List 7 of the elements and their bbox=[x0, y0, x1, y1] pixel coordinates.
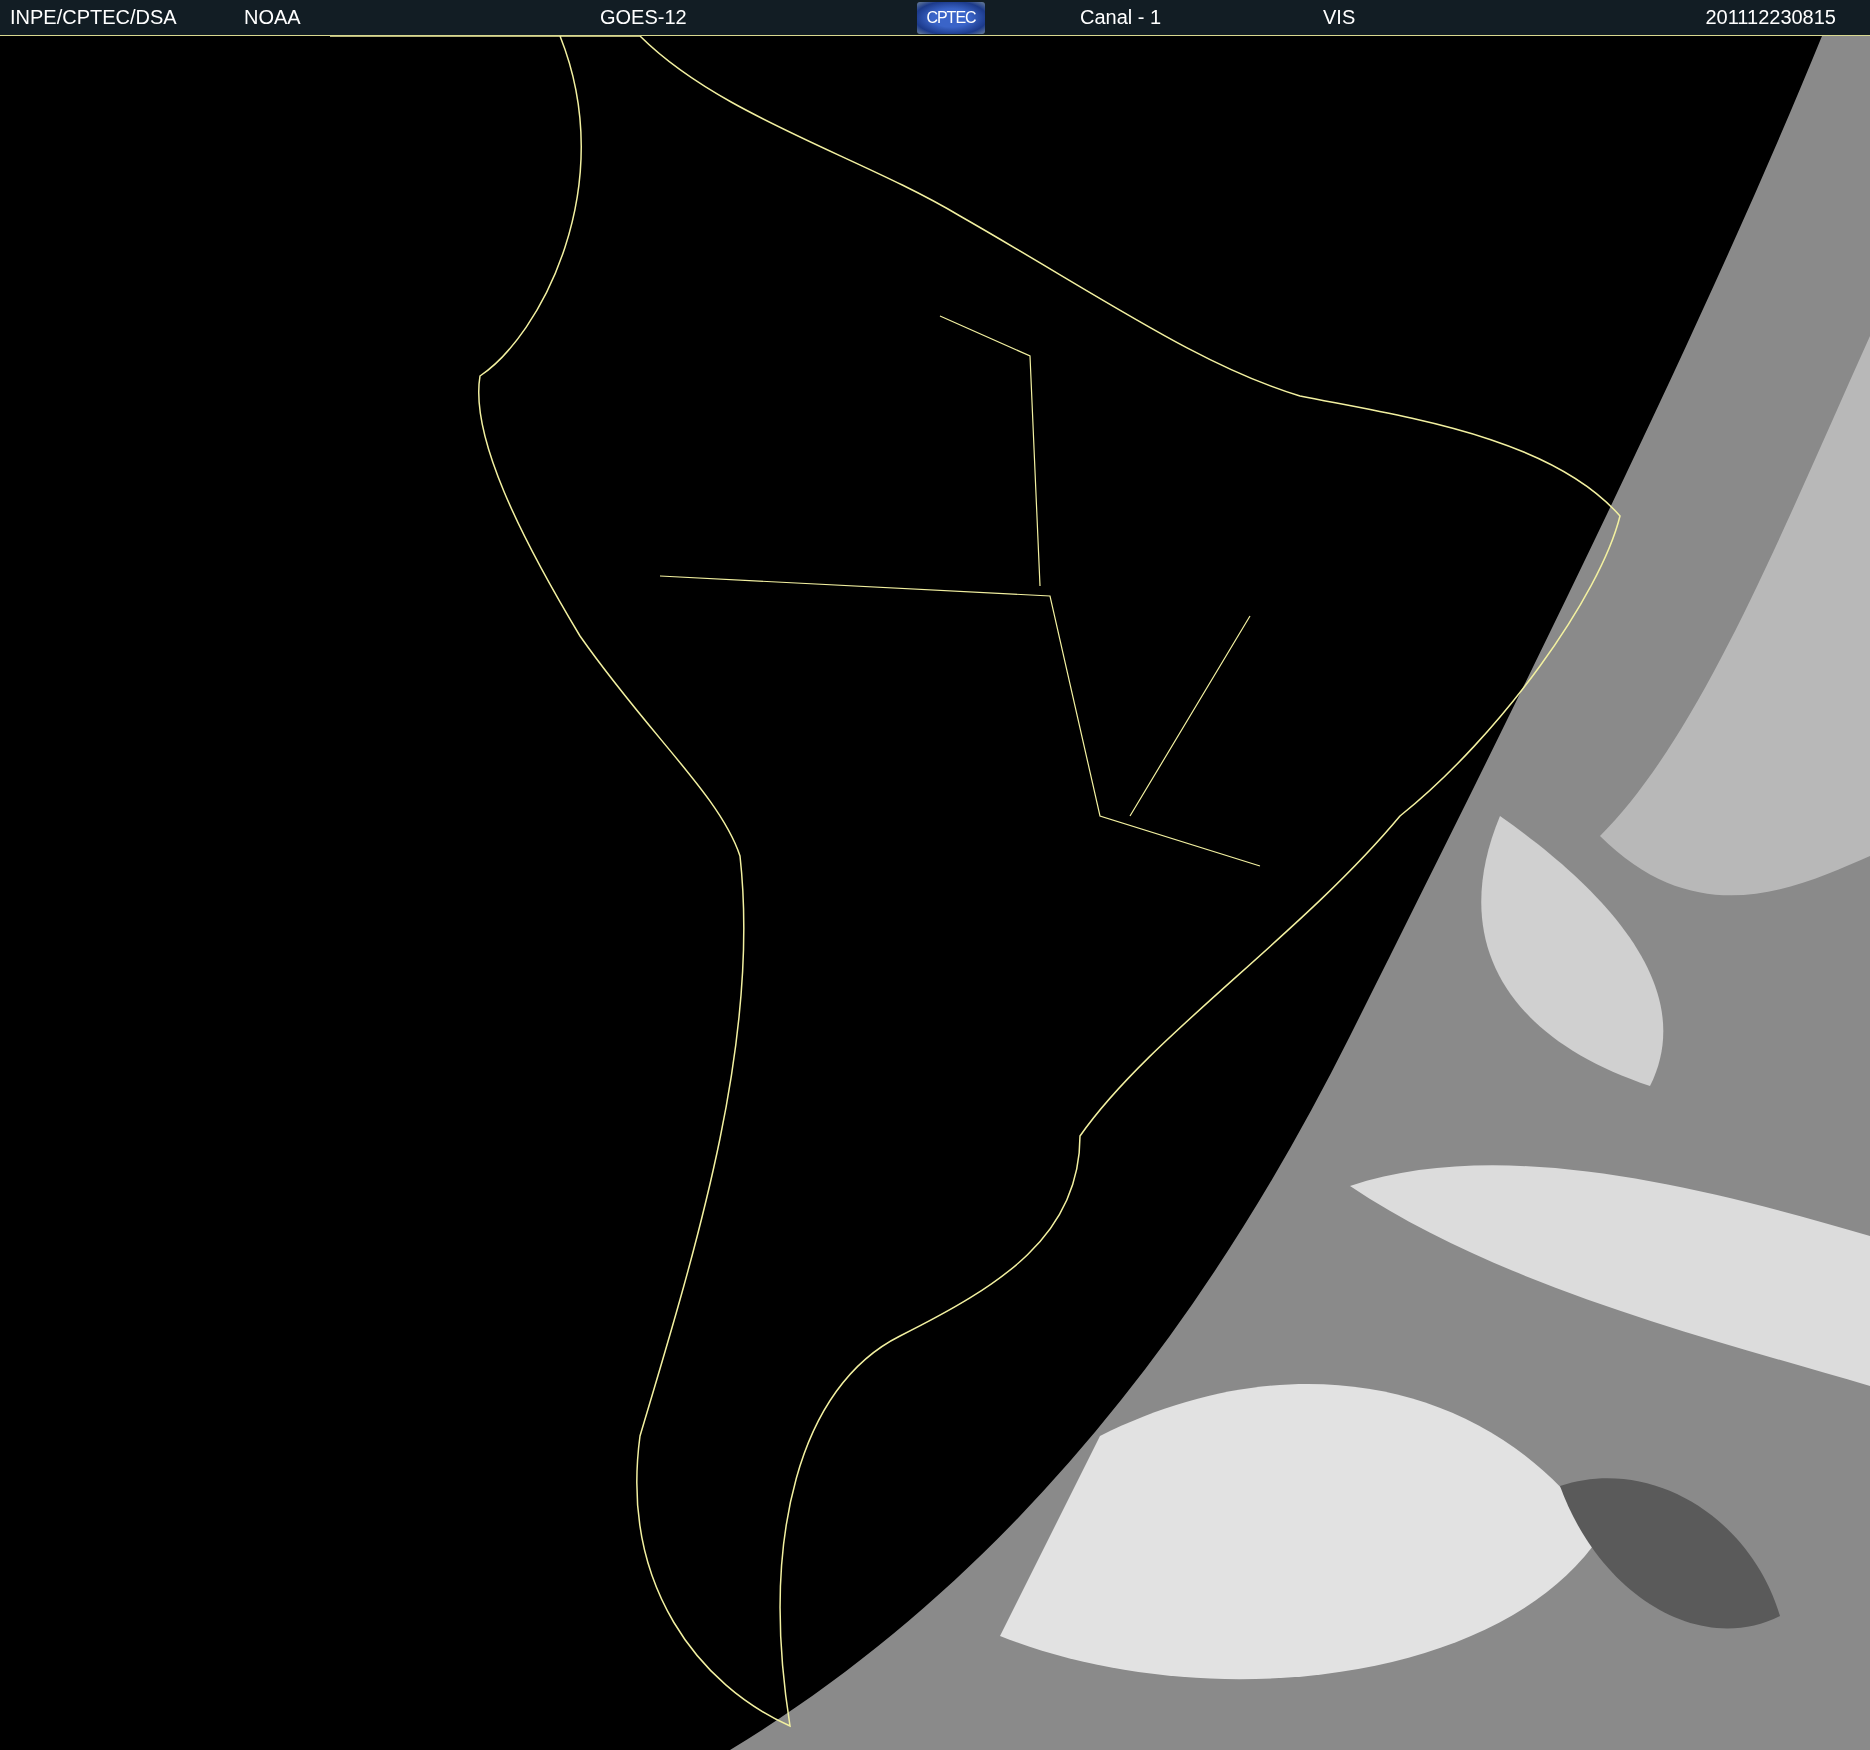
timestamp-label: 201112230815 bbox=[1705, 6, 1836, 29]
source-label: INPE/CPTEC/DSA bbox=[10, 6, 178, 29]
band-label: VIS bbox=[1323, 6, 1357, 29]
satellite-label: GOES-12 bbox=[600, 6, 688, 29]
channel-label: Canal - 1 bbox=[1080, 6, 1163, 29]
agency-label: NOAA bbox=[244, 6, 302, 29]
logo: CPTEC bbox=[917, 1, 985, 34]
